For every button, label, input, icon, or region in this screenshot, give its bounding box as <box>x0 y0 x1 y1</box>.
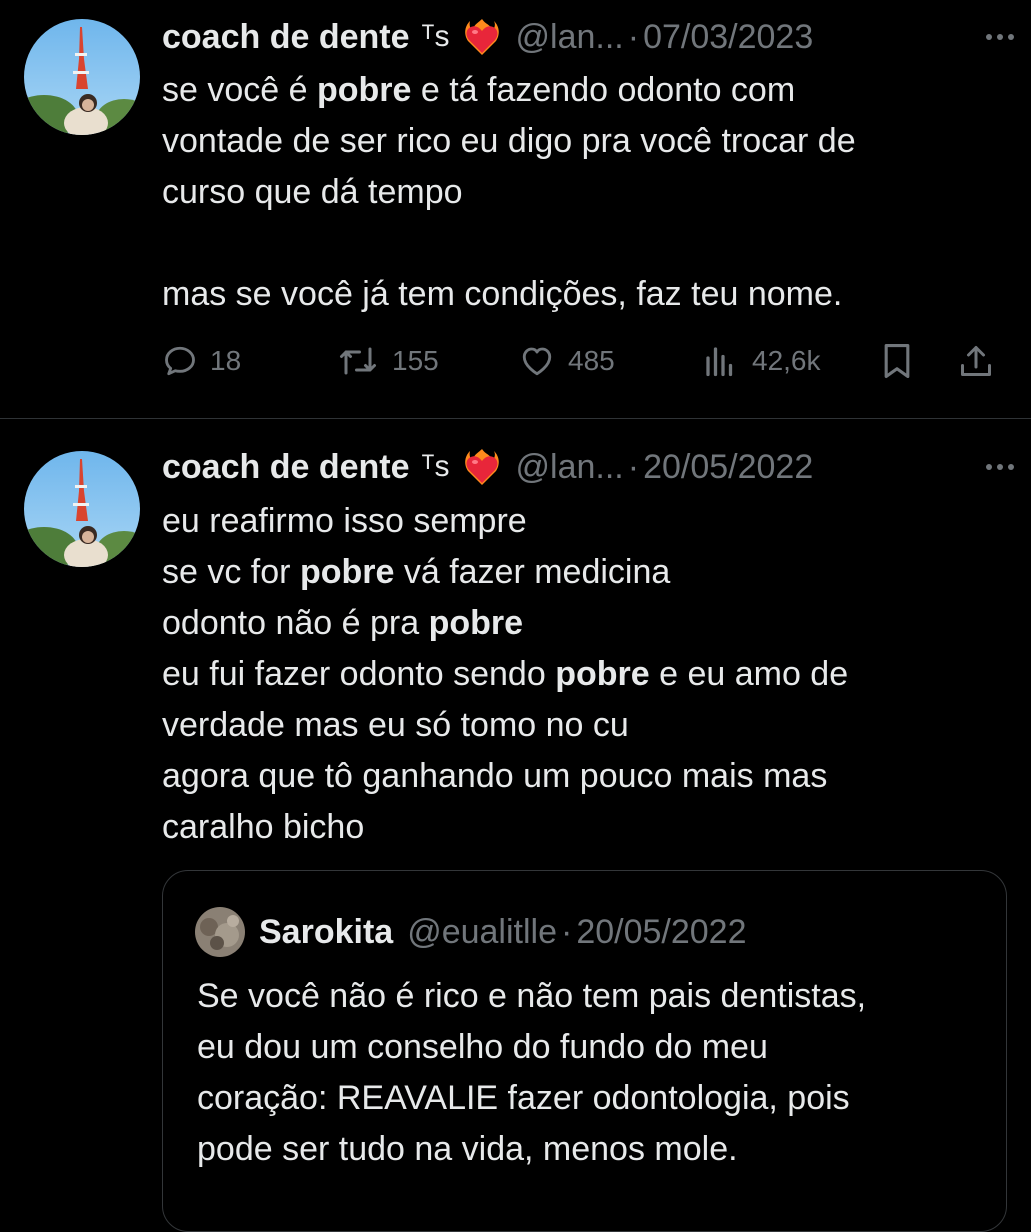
tweet-text-line: verdade mas eu só tomo no cu <box>162 700 991 751</box>
reply-button[interactable]: 18 <box>162 338 241 384</box>
tweet-text-line: se você é pobre e tá fazendo odonto com <box>162 65 991 116</box>
separator-dot: · <box>627 17 640 56</box>
text-segment: e eu amo de <box>649 655 849 693</box>
quoted-text-line: Se você não é rico e não tem pais dentis… <box>197 977 867 1015</box>
more-dots-icon[interactable] <box>985 17 1015 57</box>
text-segment: se você é <box>162 71 317 109</box>
tweet-text-line: odonto não é pra pobre <box>162 598 991 649</box>
text-segment: agora que tô ganhando um pouco mais mas <box>162 757 828 795</box>
tweet[interactable]: coach de dente ᵀs @lan... · 07/03/2023 s… <box>0 0 1031 418</box>
text-segment: curso que dá tempo <box>162 173 463 211</box>
bold-text: pobre <box>428 604 524 642</box>
more-dots-icon[interactable] <box>985 447 1015 487</box>
repost-count: 155 <box>392 345 439 376</box>
avatar[interactable] <box>24 451 140 567</box>
tweet-header: coach de dente ᵀs @lan... · 07/03/2023 <box>162 17 1015 57</box>
bookmark-icon <box>884 343 910 378</box>
quoted-author-handle: @eualitlle <box>407 912 557 951</box>
name-suffix: ᵀs <box>421 20 450 53</box>
quoted-avatar[interactable] <box>195 907 245 957</box>
separator-dot: · <box>627 447 640 486</box>
share-upload-icon <box>961 346 991 376</box>
tweet-text: eu reafirmo isso sempre se vc for pobre v… <box>162 496 991 853</box>
like-button[interactable]: 485 <box>518 338 615 384</box>
quoted-tweet[interactable]: Sarokita @eualitlle · 20/05/2022 Se você… <box>162 870 1007 1232</box>
name-suffix: ᵀs <box>421 450 450 483</box>
tweet-text-line: eu fui fazer odonto sendo pobre e eu amo… <box>162 649 991 700</box>
reply-bubble-icon <box>165 346 195 376</box>
tweet-text-line: agora que tô ganhando um pouco mais mas <box>162 751 991 802</box>
tweet-text-line: se vc for pobre vá fazer medicina <box>162 547 991 598</box>
tweet-text-line: eu reafirmo isso sempre <box>162 496 991 547</box>
author-handle[interactable]: @lan... <box>516 448 624 487</box>
author-handle[interactable]: @lan... <box>516 18 624 57</box>
tweet-header: coach de dente ᵀs @lan... · 20/05/2022 <box>162 447 1015 487</box>
text-segment: vá fazer medicina <box>394 553 671 591</box>
text-segment: verdade mas eu só tomo no cu <box>162 706 629 744</box>
heart-outline-icon <box>522 347 552 376</box>
tweet-date[interactable]: 07/03/2023 <box>643 18 813 57</box>
text-segment: eu reafirmo isso sempre <box>162 502 527 540</box>
quoted-tweet-header: Sarokita @eualitlle · 20/05/2022 <box>195 907 747 957</box>
tweet-text: se você é pobre e tá fazendo odonto com v… <box>162 65 991 320</box>
tweet-text-line: curso que dá tempo <box>162 167 991 218</box>
text-segment: se vc for <box>162 553 300 591</box>
views-count: 42,6k <box>752 345 821 376</box>
views-button[interactable]: 42,6k <box>700 338 821 384</box>
quoted-author-name: Sarokita <box>259 912 394 951</box>
text-segment: e tá fazendo odonto com <box>411 71 796 109</box>
bold-text: pobre <box>299 553 395 591</box>
bold-text: pobre <box>316 71 412 109</box>
action-bar: 18 155 485 42,6k <box>162 338 1012 384</box>
text-segment: caralho bicho <box>162 808 365 846</box>
author-name[interactable]: coach de dente <box>162 448 410 487</box>
quoted-tweet-date: 20/05/2022 <box>576 912 747 951</box>
text-segment: mas se você já tem condições, faz teu no… <box>162 275 843 313</box>
bold-text: pobre <box>555 655 650 693</box>
tweet-text-line: caralho bicho <box>162 802 991 853</box>
text-segment: eu fui fazer odonto sendo <box>162 655 556 693</box>
separator-dot: · <box>561 912 573 951</box>
tweet-text-line: vontade de ser rico eu digo pra você tro… <box>162 116 991 167</box>
heart-on-fire-icon <box>462 17 502 57</box>
repost-arrows-icon <box>340 347 376 375</box>
quoted-text-line: eu dou um conselho do fundo do meu <box>197 1028 768 1066</box>
quoted-tweet-text: Se você não é rico e não tem pais dentis… <box>197 971 976 1175</box>
repost-button[interactable]: 155 <box>336 338 439 384</box>
avatar[interactable] <box>24 19 140 135</box>
reply-count: 18 <box>210 345 242 376</box>
quoted-text-line: pode ser tudo na vida, menos mole. <box>197 1130 738 1168</box>
tweet-date[interactable]: 20/05/2022 <box>643 448 813 487</box>
share-button[interactable] <box>958 338 1006 384</box>
tweet-text-line: mas se você já tem condições, faz teu no… <box>162 269 991 320</box>
like-count: 485 <box>568 345 615 376</box>
text-segment: odonto não é pra <box>162 604 429 642</box>
bar-chart-icon <box>706 347 733 377</box>
heart-on-fire-icon <box>462 447 502 487</box>
bookmark-button[interactable] <box>880 338 926 384</box>
quoted-text-line: coração: REAVALIE fazer odontologia, poi… <box>197 1079 850 1117</box>
text-segment: vontade de ser rico eu digo pra você tro… <box>162 122 856 160</box>
tweet[interactable]: coach de dente ᵀs @lan... · 20/05/2022 e… <box>0 419 1031 1232</box>
author-name[interactable]: coach de dente <box>162 18 410 57</box>
